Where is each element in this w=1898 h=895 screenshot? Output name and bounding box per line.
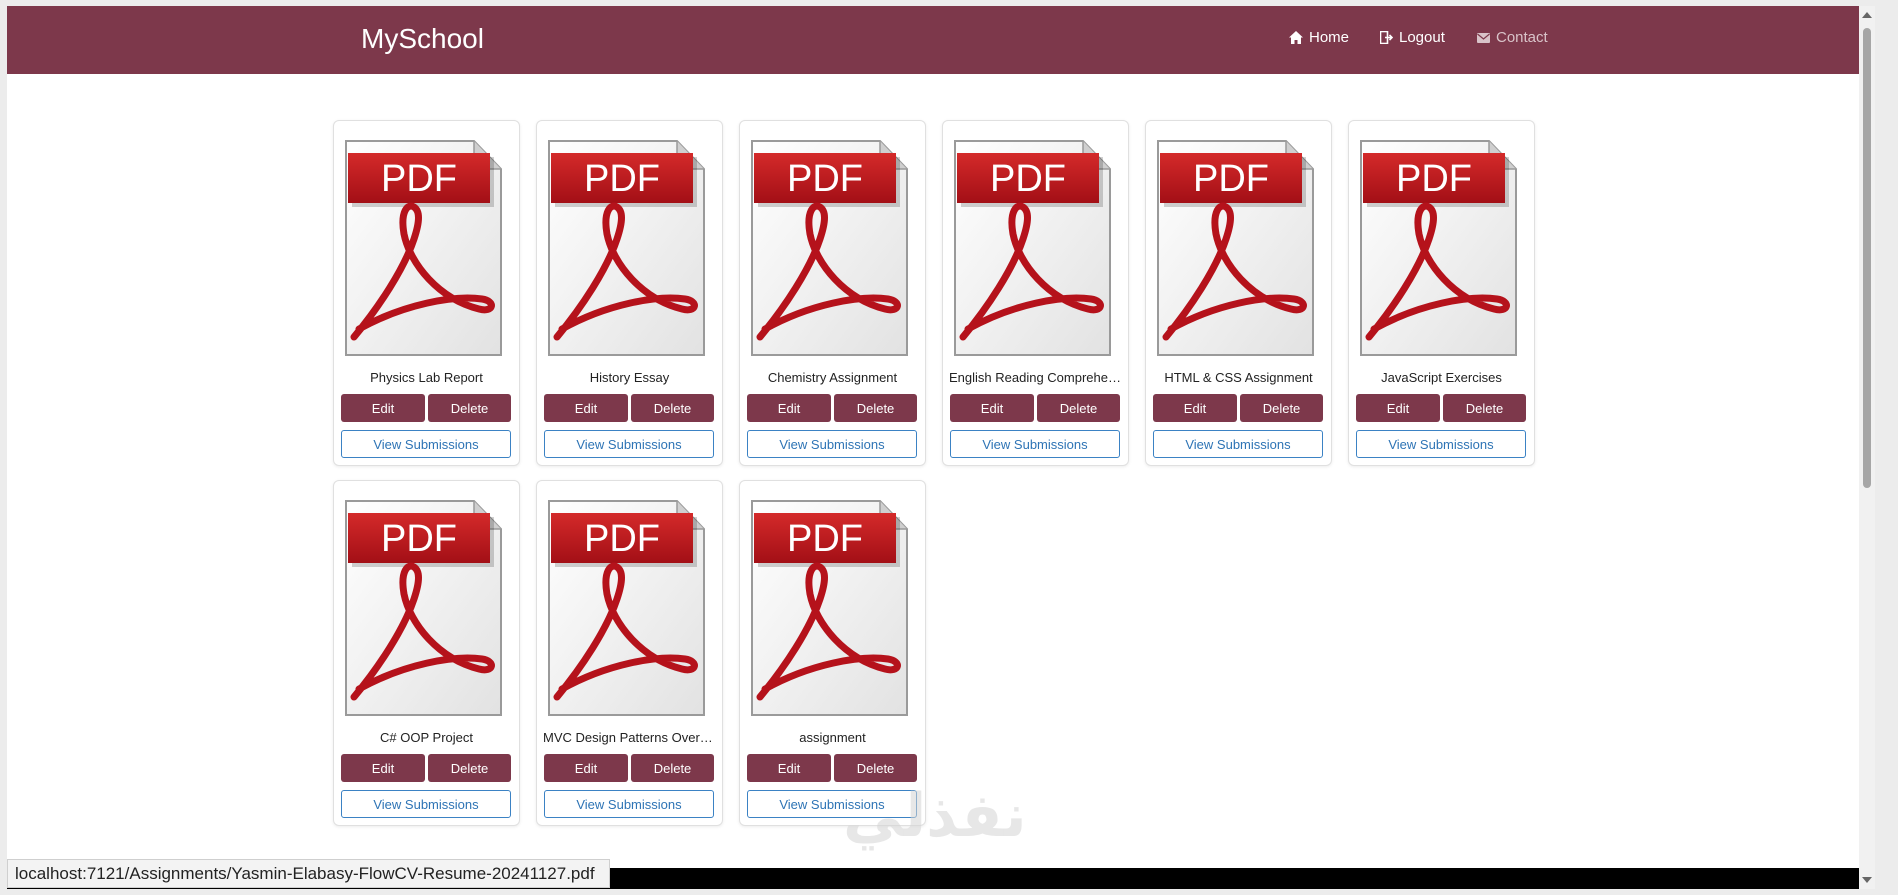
view-submissions-button[interactable]: View Submissions [341, 790, 511, 818]
assignment-grid: PDF Physics Lab Report Edit Delete View … [333, 120, 1563, 826]
edit-button[interactable]: Edit [1153, 394, 1237, 422]
scroll-down-arrow-icon[interactable] [1862, 877, 1872, 883]
brand-logo[interactable]: MySchool [361, 23, 484, 55]
pdf-badge-label: PDF [584, 158, 660, 200]
edit-button[interactable]: Edit [747, 394, 831, 422]
delete-button[interactable]: Delete [631, 754, 714, 782]
edit-button[interactable]: Edit [544, 394, 628, 422]
assignment-card: PDF Chemistry Assignment Edit Delete Vie… [739, 120, 926, 466]
pdf-file-icon[interactable]: PDF [1146, 139, 1316, 357]
view-submissions-button[interactable]: View Submissions [747, 430, 917, 458]
nav-home-label: Home [1309, 29, 1350, 46]
pdf-badge-label: PDF [584, 518, 660, 560]
assignment-card: PDF HTML & CSS Assignment Edit Delete Vi… [1145, 120, 1332, 466]
assignment-title: JavaScript Exercises [1381, 370, 1502, 385]
delete-button[interactable]: Delete [631, 394, 714, 422]
view-submissions-button[interactable]: View Submissions [341, 430, 511, 458]
delete-button[interactable]: Delete [428, 394, 511, 422]
pdf-file-icon[interactable]: PDF [740, 139, 910, 357]
vertical-scrollbar[interactable] [1859, 6, 1875, 889]
pdf-badge-label: PDF [787, 158, 863, 200]
delete-button[interactable]: Delete [1240, 394, 1323, 422]
assignment-title: C# OOP Project [380, 730, 473, 745]
watermark-arabic: نفذلي [843, 781, 1027, 851]
pdf-file-icon[interactable]: PDF [1349, 139, 1519, 357]
status-bar-url: localhost:7121/Assignments/Yasmin-Elabas… [7, 859, 610, 888]
pdf-badge-label: PDF [787, 518, 863, 560]
assignment-title: Chemistry Assignment [767, 370, 898, 385]
envelope-icon [1477, 32, 1490, 43]
pdf-badge-label: PDF [381, 518, 457, 560]
assignment-card: PDF assignment Edit Delete View Submissi… [739, 480, 926, 826]
assignment-title: HTML & CSS Assignment [1164, 370, 1313, 385]
nav-home-link[interactable]: Home [1289, 29, 1349, 46]
pdf-file-icon[interactable]: PDF [740, 499, 910, 717]
scroll-thumb[interactable] [1863, 28, 1871, 488]
edit-button[interactable]: Edit [341, 394, 425, 422]
pdf-file-icon[interactable]: PDF [537, 499, 707, 717]
pdf-badge-label: PDF [1193, 158, 1269, 200]
assignment-card: PDF English Reading Comprehension Edit D… [942, 120, 1129, 466]
assignment-card: PDF JavaScript Exercises Edit Delete Vie… [1348, 120, 1535, 466]
nav-contact-link[interactable]: Contact [1477, 29, 1548, 46]
assignment-title: Physics Lab Report [370, 370, 483, 385]
view-submissions-button[interactable]: View Submissions [1356, 430, 1526, 458]
edit-button[interactable]: Edit [544, 754, 628, 782]
assignment-title: History Essay [589, 370, 670, 385]
assignment-card: PDF MVC Design Patterns Overview Edit De… [536, 480, 723, 826]
logout-icon [1380, 31, 1393, 44]
pdf-badge-label: PDF [1396, 158, 1472, 200]
view-submissions-button[interactable]: View Submissions [1153, 430, 1323, 458]
pdf-file-icon[interactable]: PDF [943, 139, 1113, 357]
nav-logout-label: Logout [1399, 29, 1445, 46]
view-submissions-button[interactable]: View Submissions [950, 430, 1120, 458]
delete-button[interactable]: Delete [428, 754, 511, 782]
pdf-file-icon[interactable]: PDF [334, 499, 504, 717]
home-icon [1289, 31, 1303, 44]
edit-button[interactable]: Edit [1356, 394, 1440, 422]
assignment-card: PDF History Essay Edit Delete View Submi… [536, 120, 723, 466]
assignment-title: MVC Design Patterns Overview [543, 730, 716, 745]
assignment-title: English Reading Comprehension [949, 370, 1122, 385]
view-submissions-button[interactable]: View Submissions [544, 430, 714, 458]
delete-button[interactable]: Delete [1443, 394, 1526, 422]
view-submissions-button[interactable]: View Submissions [544, 790, 714, 818]
delete-button[interactable]: Delete [1037, 394, 1120, 422]
pdf-badge-label: PDF [381, 158, 457, 200]
assignment-card: PDF Physics Lab Report Edit Delete View … [333, 120, 520, 466]
edit-button[interactable]: Edit [747, 754, 831, 782]
nav-contact-label: Contact [1496, 29, 1548, 46]
assignment-card: PDF C# OOP Project Edit Delete View Subm… [333, 480, 520, 826]
delete-button[interactable]: Delete [834, 394, 917, 422]
pdf-file-icon[interactable]: PDF [334, 139, 504, 357]
edit-button[interactable]: Edit [950, 394, 1034, 422]
watermark: نفذلي nafezly.com [843, 784, 1027, 878]
delete-button[interactable]: Delete [834, 754, 917, 782]
pdf-badge-label: PDF [990, 158, 1066, 200]
scroll-up-arrow-icon[interactable] [1862, 12, 1872, 18]
pdf-file-icon[interactable]: PDF [537, 139, 707, 357]
nav-logout-link[interactable]: Logout [1380, 29, 1445, 46]
navbar: MySchool Home Logout Contact [7, 6, 1875, 74]
browser-viewport: MySchool Home Logout Contact PDF Physics… [7, 6, 1875, 889]
edit-button[interactable]: Edit [341, 754, 425, 782]
assignment-title: assignment [799, 730, 866, 745]
